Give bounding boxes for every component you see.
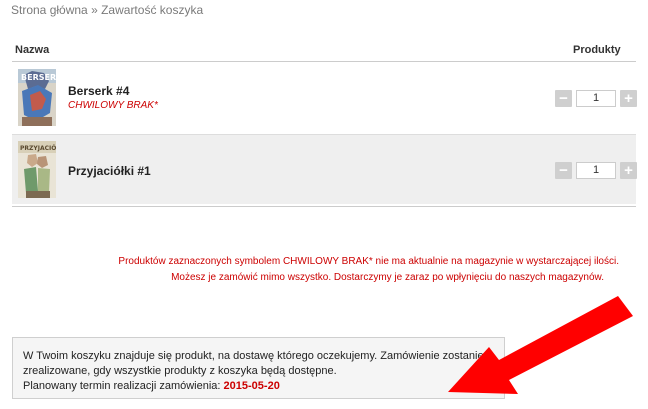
decrease-quantity-button[interactable]: −	[555, 162, 572, 179]
product-cover-image[interactable]: PRZYJACIÓŁKI	[18, 141, 56, 198]
delivery-info-box: W Twoim koszyku znajduje się produkt, na…	[12, 337, 505, 399]
product-name[interactable]: Berserk #4	[68, 84, 129, 98]
cart-row: BERSERK Berserk #4 CHWILOWY BRAK* − +	[12, 63, 637, 132]
decrease-quantity-button[interactable]: −	[555, 90, 572, 107]
column-header-products: Produkty	[573, 44, 621, 56]
notice-line-1: Produktów zaznaczonych symbolem CHWILOWY…	[118, 256, 619, 267]
quantity-stepper: − +	[555, 90, 637, 109]
breadcrumb: Strona główna » Zawartość koszyka	[11, 3, 203, 17]
column-header-name: Nazwa	[15, 44, 50, 56]
breadcrumb-current: Zawartość koszyka	[101, 3, 204, 17]
product-name[interactable]: Przyjaciółki #1	[68, 164, 151, 178]
svg-text:BERSERK: BERSERK	[21, 73, 56, 82]
cart-row: PRZYJACIÓŁKI Przyjaciółki #1 − +	[12, 135, 637, 204]
increase-quantity-button[interactable]: +	[620, 90, 637, 107]
increase-quantity-button[interactable]: +	[620, 162, 637, 179]
planned-date-value: 2015-05-20	[223, 380, 280, 392]
breadcrumb-home-link[interactable]: Strona główna	[11, 3, 88, 17]
availability-status: CHWILOWY BRAK*	[68, 100, 158, 111]
delivery-info-text: W Twoim koszyku znajduje się produkt, na…	[23, 350, 484, 377]
quantity-input[interactable]	[576, 90, 616, 107]
quantity-input[interactable]	[576, 162, 616, 179]
notice-line-2: Możesz je zamówić mimo wszystko. Dostarc…	[171, 272, 604, 283]
svg-text:PRZYJACIÓŁKI: PRZYJACIÓŁKI	[20, 145, 56, 152]
quantity-stepper: − +	[555, 162, 637, 181]
header-divider	[12, 61, 636, 62]
breadcrumb-separator: »	[91, 3, 98, 17]
product-cover-image[interactable]: BERSERK	[18, 69, 56, 126]
planned-date-label: Planowany termin realizacji zamówienia:	[23, 380, 221, 392]
table-bottom-divider	[12, 206, 636, 207]
out-of-stock-notice: Produktów zaznaczonych symbolem CHWILOWY…	[59, 254, 619, 286]
